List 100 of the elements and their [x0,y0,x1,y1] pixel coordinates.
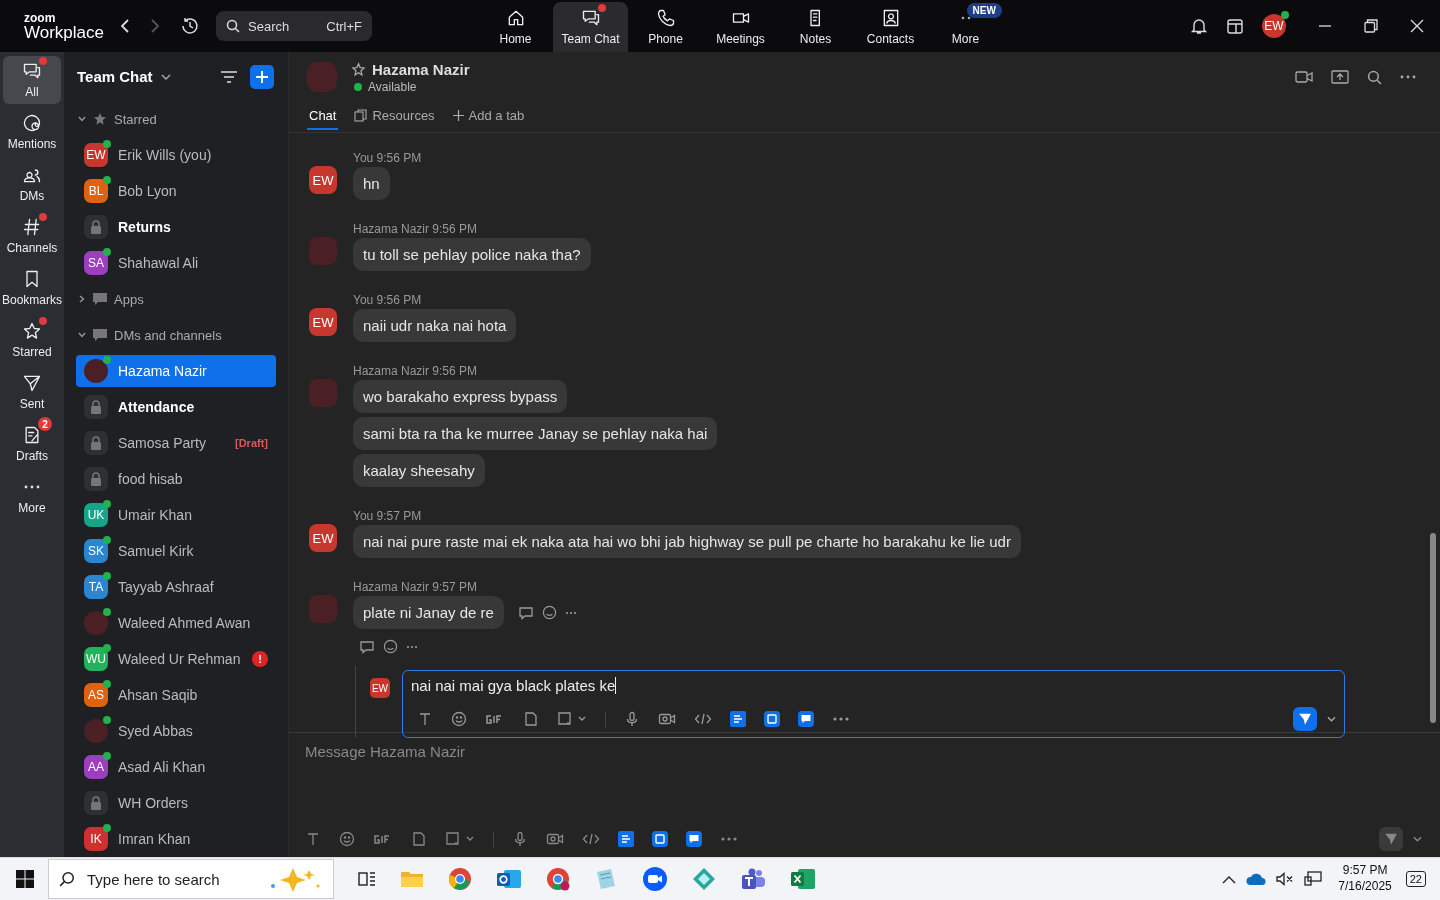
emoji-icon[interactable] [383,639,398,654]
chat-tab[interactable]: Add a tab [450,102,527,130]
conversation-item[interactable]: SA Shahawal Ali [76,247,276,279]
conversation-item[interactable]: Samosa Party [Draft] [76,427,276,459]
screenshot-icon[interactable] [557,711,587,727]
conversation-item[interactable]: EW Erik Wills (you) [76,139,276,171]
emoji-icon[interactable] [339,831,355,847]
rail-tab[interactable]: DMs [3,160,61,208]
more-icon[interactable] [720,836,738,842]
browser-icon[interactable] [546,867,570,891]
conversation-item[interactable]: WU Waleed Ur Rehman ! [76,643,276,675]
rail-tab[interactable]: Starred [3,316,61,364]
conversation-item[interactable]: Waleed Ahmed Awan [76,607,276,639]
nav-tab[interactable]: NEW More [928,2,1003,52]
more-icon[interactable] [1400,75,1416,79]
rail-tab[interactable]: All [3,56,61,104]
document-app-icon[interactable] [730,711,746,727]
microphone-icon[interactable] [512,831,528,847]
conversation-item[interactable]: UK Umair Khan [76,499,276,531]
chat-tab[interactable]: Resources [352,102,437,130]
more-icon[interactable] [832,716,850,722]
rail-tab[interactable]: Channels [3,212,61,260]
browser-icon[interactable] [448,867,472,891]
nav-tab[interactable]: Notes [778,2,853,52]
conversation-item[interactable]: Hazama Nazir [76,355,276,387]
rail-tab[interactable]: 2 Drafts [3,420,61,468]
diamond-app-icon[interactable] [692,867,716,891]
document-app-icon[interactable] [618,831,634,847]
chevron-down-icon[interactable] [1327,716,1336,722]
nav-tab[interactable]: Team Chat [553,2,628,52]
team-chat-dropdown[interactable]: Team Chat [77,68,171,85]
rail-tab[interactable]: More [3,472,61,520]
reply-editor[interactable]: nai nai mai gya black plates ke [402,670,1345,738]
video-app-icon[interactable] [642,866,668,892]
screenshot-icon[interactable] [445,831,475,847]
user-avatar[interactable]: EW [1262,14,1286,38]
conversation-item[interactable]: SK Samuel Kirk [76,535,276,567]
system-clock[interactable]: 9:57 PM 7/16/2025 [1338,863,1392,895]
section-header[interactable]: DMs and channels [76,317,276,353]
conversation-item[interactable]: WH Orders [76,787,276,819]
history-icon[interactable] [180,16,200,36]
code-icon[interactable] [694,711,712,727]
bell-icon[interactable] [1190,17,1208,35]
new-chat-button[interactable] [250,64,274,89]
conversation-item[interactable]: BL Bob Lyon [76,175,276,207]
close-icon[interactable] [1410,19,1424,33]
windows-logo-icon[interactable] [16,870,34,888]
rail-tab[interactable]: Sent [3,368,61,416]
video-camera-icon[interactable] [1295,70,1313,84]
send-button[interactable] [1293,707,1317,731]
conversation-item[interactable]: AA Asad Ali Khan [76,751,276,783]
cloud-icon[interactable] [1246,872,1267,886]
calendar-icon[interactable] [1226,17,1244,35]
section-header[interactable]: Starred [76,101,276,137]
rail-tab[interactable]: Bookmarks [3,264,61,312]
mail-app-icon[interactable] [496,867,522,891]
video-camera-icon[interactable] [546,831,564,847]
conversation-item[interactable]: Attendance [76,391,276,423]
emoji-icon[interactable] [541,605,557,620]
chat-tab[interactable]: Chat [307,102,339,130]
nav-tab[interactable]: Home [478,2,553,52]
chevron-up-icon[interactable] [1222,874,1237,884]
filter-icon[interactable] [220,69,238,84]
conversation-item[interactable]: IK Imran Khan [76,823,276,855]
reply-icon[interactable] [359,639,375,654]
more-icon[interactable] [564,610,577,615]
search-icon[interactable] [1367,69,1382,85]
conversation-item[interactable]: Returns [76,211,276,243]
rail-tab[interactable]: Mentions [3,108,61,156]
network-icon[interactable] [1304,871,1323,887]
section-header[interactable]: Apps [76,281,276,317]
conversation-item[interactable]: TA Tayyab Ashraaf [76,571,276,603]
chat-app-icon[interactable] [686,831,702,847]
text-format-icon[interactable] [305,831,321,847]
nav-tab[interactable]: Meetings [703,2,778,52]
chevron-down-icon[interactable] [1413,836,1422,842]
speaker-muted-icon[interactable] [1276,872,1295,886]
whiteboard-app-icon[interactable] [652,831,668,847]
spreadsheet-app-icon[interactable] [790,867,816,891]
chat-app-icon[interactable] [798,711,814,727]
nav-tab[interactable]: Contacts [853,2,928,52]
conversation-item[interactable]: AS Ahsan Saqib [76,679,276,711]
star-outline-icon[interactable] [351,61,366,77]
text-format-icon[interactable] [417,711,433,727]
taskbar-search-field[interactable]: Type here to search [48,859,334,899]
notifications-button[interactable]: 22 [1405,871,1426,887]
conversation-item[interactable]: Syed Abbas [76,715,276,747]
microphone-icon[interactable] [624,711,640,727]
reply-icon[interactable] [517,605,534,620]
team-app-icon[interactable] [740,867,766,891]
restore-icon[interactable] [1364,19,1378,33]
screen-share-icon[interactable] [1331,69,1349,85]
whiteboard-app-icon[interactable] [764,711,780,727]
search-field[interactable]: Search Ctrl+F [216,11,372,41]
nav-tab[interactable]: Phone [628,2,703,52]
emoji-icon[interactable] [451,711,467,727]
file-icon[interactable] [523,711,539,727]
task-view-icon[interactable] [358,871,376,887]
video-camera-icon[interactable] [658,711,676,727]
conversation-item[interactable]: food hisab [76,463,276,495]
